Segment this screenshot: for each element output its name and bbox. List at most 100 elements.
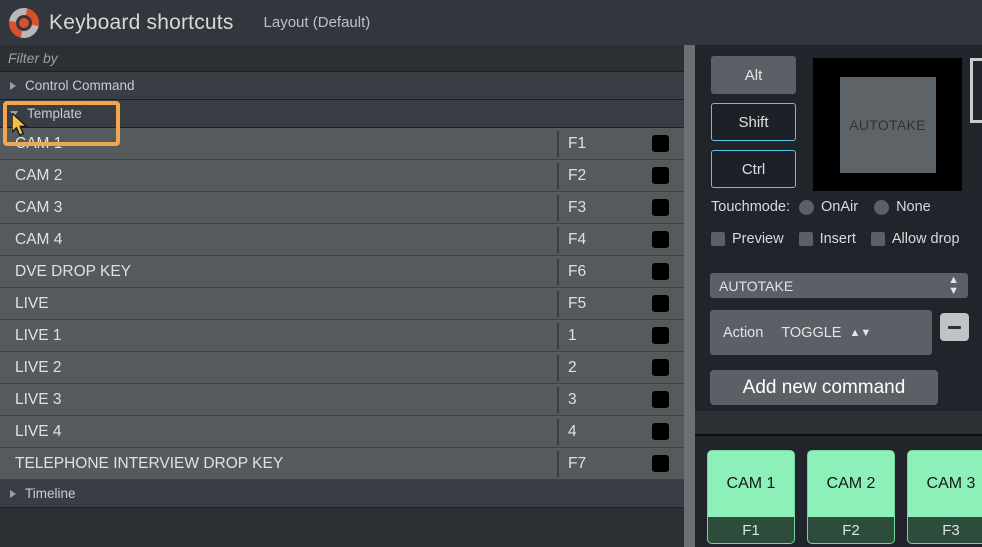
table-row[interactable]: LIVE 22 [0,352,684,384]
row-enabled-checkbox[interactable] [652,359,669,376]
panel-splitter[interactable] [684,45,695,547]
action-value[interactable]: TOGGLE [781,325,841,341]
shortcut-button-key: F2 [808,517,894,543]
command-editor-panel: Alt Shift Ctrl AUTOTAKE Touchmode: OnAir… [695,45,982,411]
spinner-updown-icon: ▲▼ [948,275,959,297]
row-enabled-checkbox[interactable] [652,231,669,248]
modifier-alt-button[interactable]: Alt [711,56,796,94]
filter-input[interactable] [6,49,646,67]
row-key-binding[interactable]: F6 [559,263,652,281]
checkbox-icon [871,232,885,246]
row-key-binding[interactable]: F7 [559,455,652,473]
shortcut-button[interactable]: CAM 3F3 [907,450,982,544]
vizrt-swirl-logo-icon [9,8,39,38]
row-command-name: LIVE 4 [0,423,557,441]
table-row[interactable]: LIVE 11 [0,320,684,352]
row-command-name: DVE DROP KEY [0,263,557,281]
layout-label[interactable]: Layout (Default) [264,14,371,31]
row-key-binding[interactable]: 2 [559,359,652,377]
touchmode-option-label: OnAir [821,199,858,215]
table-row[interactable]: LIVE 33 [0,384,684,416]
group-label: Timeline [25,486,76,501]
checkbox-insert[interactable]: Insert [799,231,856,247]
radio-icon [799,200,814,215]
table-row[interactable]: TELEPHONE INTERVIEW DROP KEYF7 [0,448,684,480]
modifier-ctrl-button[interactable]: Ctrl [711,150,796,188]
page-title: Keyboard shortcuts [49,11,234,35]
command-preview-label: AUTOTAKE [840,77,936,173]
row-key-binding[interactable]: F1 [559,135,652,153]
row-enabled-checkbox[interactable] [652,391,669,408]
shortcut-button-label: CAM 3 [908,451,982,517]
chevron-right-icon [10,490,16,498]
row-key-binding[interactable]: F3 [559,199,652,217]
row-command-name: TELEPHONE INTERVIEW DROP KEY [0,455,557,473]
group-header-template[interactable]: Template [0,100,684,128]
checkbox-preview[interactable]: Preview [711,231,784,247]
row-command-name: CAM 3 [0,199,557,217]
row-command-name: LIVE 3 [0,391,557,409]
touchmode-label: Touchmode: [711,199,790,215]
modifier-key-group: Alt Shift Ctrl [711,56,796,197]
shortcut-buttons-panel: CAM 1F1CAM 2F2CAM 3F3 [695,434,982,547]
radio-icon [874,200,889,215]
table-row[interactable]: LIVE 44 [0,416,684,448]
row-enabled-checkbox[interactable] [652,327,669,344]
row-command-name: CAM 4 [0,231,557,249]
chevron-down-icon [10,111,18,117]
command-select[interactable]: AUTOTAKE ▲▼ [710,273,968,298]
modifier-shift-button[interactable]: Shift [711,103,796,141]
checkbox-label: Allow drop [892,231,960,247]
row-enabled-checkbox[interactable] [652,263,669,280]
row-enabled-checkbox[interactable] [652,135,669,152]
shortcut-button-label: CAM 2 [808,451,894,517]
table-row[interactable]: CAM 3F3 [0,192,684,224]
command-preview-box[interactable]: AUTOTAKE [813,58,962,191]
list-empty-area [0,508,684,547]
touchmode-option-label: None [896,199,931,215]
row-key-binding[interactable]: F4 [559,231,652,249]
shortcut-rows: CAM 1F1CAM 2F2CAM 3F3CAM 4F4DVE DROP KEY… [0,128,684,480]
group-label: Control Command [25,78,135,93]
group-label: Template [27,106,82,121]
table-row[interactable]: CAM 4F4 [0,224,684,256]
row-enabled-checkbox[interactable] [652,199,669,216]
action-row: Action TOGGLE ▲▼ [710,310,932,355]
row-enabled-checkbox[interactable] [652,423,669,440]
table-row[interactable]: DVE DROP KEYF6 [0,256,684,288]
secondary-preview-box[interactable] [970,58,982,123]
row-command-name: LIVE 2 [0,359,557,377]
row-key-binding[interactable]: 1 [559,327,652,345]
checkbox-icon [711,232,725,246]
group-header-timeline[interactable]: Timeline [0,480,684,508]
checkbox-label: Preview [732,231,784,247]
shortcut-button-label: CAM 1 [708,451,794,517]
row-enabled-checkbox[interactable] [652,455,669,472]
group-header-control-command[interactable]: Control Command [0,72,684,100]
shortcut-button-grid: CAM 1F1CAM 2F2CAM 3F3 [695,436,982,544]
row-enabled-checkbox[interactable] [652,295,669,312]
row-key-binding[interactable]: F2 [559,167,652,185]
table-row[interactable]: LIVEF5 [0,288,684,320]
add-new-command-button[interactable]: Add new command [710,370,938,405]
checkbox-icon [799,232,813,246]
touchmode-option-none[interactable]: None [874,199,931,215]
shortcut-button[interactable]: CAM 1F1 [707,450,795,544]
row-command-name: CAM 2 [0,167,557,185]
spinner-updown-icon[interactable]: ▲▼ [849,327,871,339]
shortcut-button[interactable]: CAM 2F2 [807,450,895,544]
row-key-binding[interactable]: 3 [559,391,652,409]
row-command-name: LIVE 1 [0,327,557,345]
touchmode-option-onair[interactable]: OnAir [799,199,858,215]
row-key-binding[interactable]: 4 [559,423,652,441]
shortcut-button-key: F1 [708,517,794,543]
row-enabled-checkbox[interactable] [652,167,669,184]
table-row[interactable]: CAM 2F2 [0,160,684,192]
minus-icon [948,326,961,329]
row-key-binding[interactable]: F5 [559,295,652,313]
action-label: Action [723,325,763,341]
remove-command-button[interactable] [940,313,969,341]
checkbox-allow-drop[interactable]: Allow drop [871,231,960,247]
command-select-value: AUTOTAKE [719,278,793,294]
table-row[interactable]: CAM 1F1 [0,128,684,160]
